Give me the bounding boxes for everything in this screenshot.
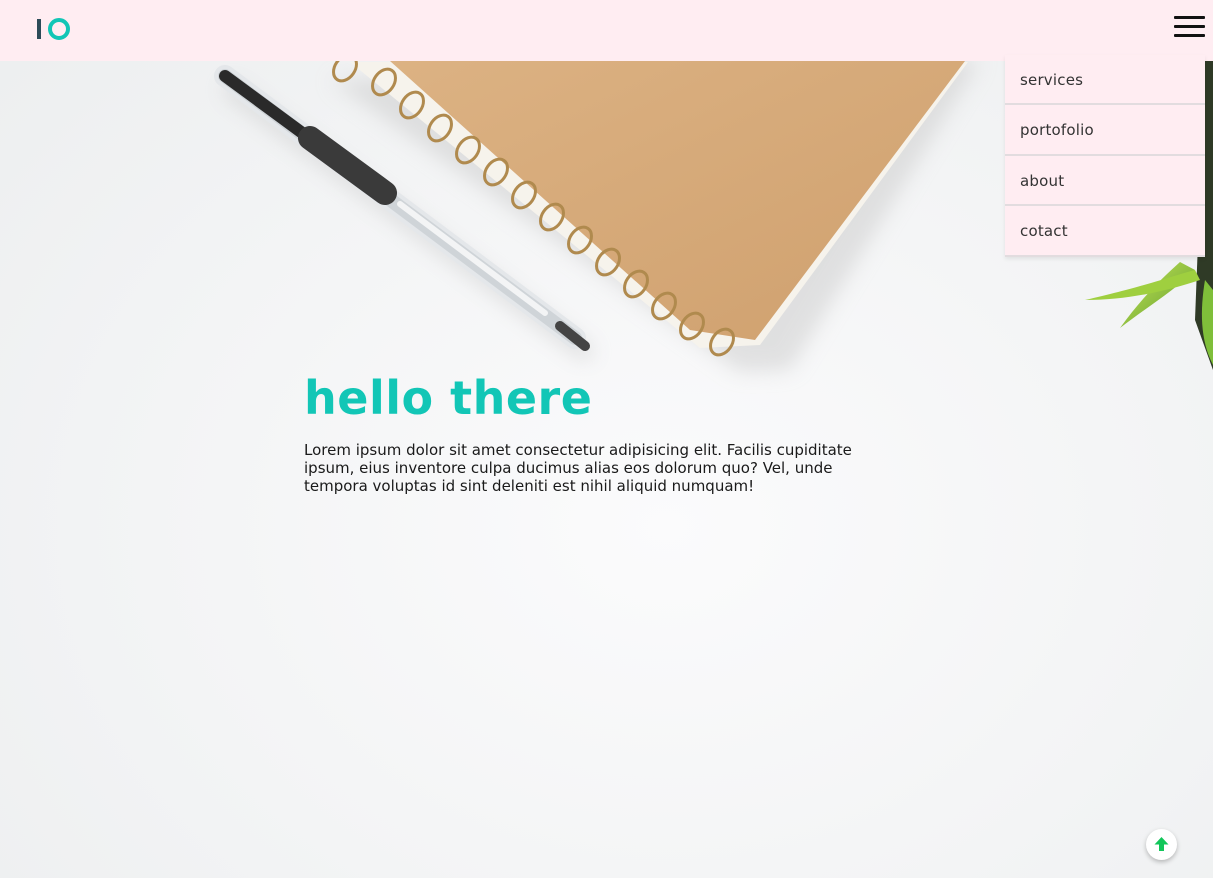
- menu-item-services[interactable]: services: [1005, 55, 1205, 105]
- hero-title: hello there: [304, 371, 593, 425]
- hamburger-line: [1174, 34, 1205, 37]
- arrow-up-icon: [1154, 837, 1169, 851]
- io-logo[interactable]: [37, 17, 73, 41]
- menu-item-about[interactable]: about: [1005, 156, 1205, 206]
- logo-ring: [48, 18, 70, 40]
- hero-description: Lorem ipsum dolor sit amet consectetur a…: [304, 441, 852, 495]
- scroll-to-top-button[interactable]: [1146, 829, 1177, 860]
- menu-item-portofolio[interactable]: portofolio: [1005, 105, 1205, 156]
- menu-item-cotact[interactable]: cotact: [1005, 206, 1205, 257]
- hamburger-line: [1174, 16, 1205, 19]
- hamburger-menu-icon[interactable]: [1174, 16, 1205, 38]
- top-navbar: [0, 0, 1213, 61]
- logo-bar: [37, 19, 41, 39]
- dropdown-nav-menu: services portofolio about cotact: [1005, 55, 1205, 257]
- hamburger-line: [1174, 25, 1205, 28]
- hero-content: hello there Lorem ipsum dolor sit amet c…: [304, 368, 904, 495]
